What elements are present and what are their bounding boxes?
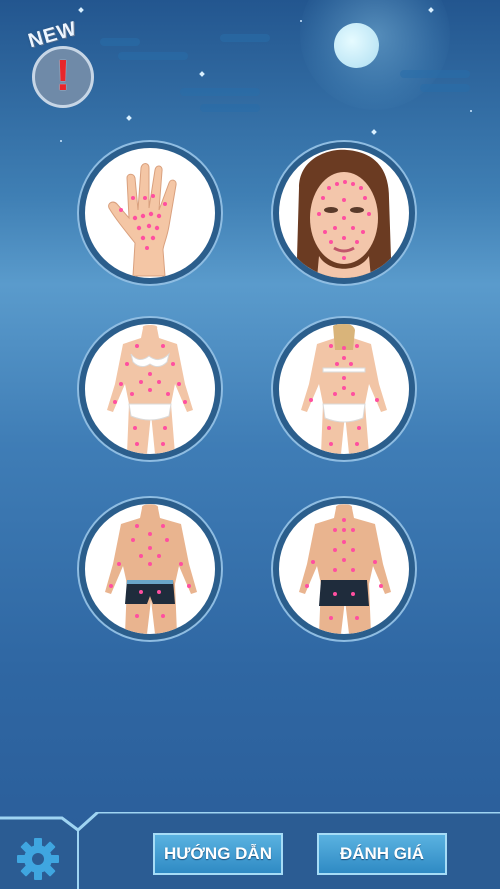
cloud [200,104,260,112]
alert-icon: ! [32,46,94,108]
exclamation-mark: ! [55,51,71,100]
moon [334,23,379,68]
new-badge[interactable]: NEW ! [22,18,108,114]
female-back-body-option[interactable] [273,318,415,460]
star [199,71,205,77]
face-reflexology-icon [297,149,391,278]
gear-icon [17,838,59,880]
cloud [400,70,470,78]
face-reflexology-option[interactable] [273,142,415,284]
star [126,115,132,121]
cloud [118,52,188,60]
star [78,7,84,13]
guide-button[interactable]: HƯỚNG DẪN [153,833,283,875]
hand-reflexology-option[interactable] [79,142,221,284]
guide-button-label: HƯỚNG DẪN [164,844,272,863]
hand-reflexology-icon [108,163,177,277]
star [470,110,472,112]
cloud [180,88,260,96]
rate-button[interactable]: ĐÁNH GIÁ [317,833,447,875]
male-body-front-icon [105,504,197,634]
star [60,140,62,142]
male-front-body-option[interactable] [79,498,221,640]
settings-button[interactable] [15,836,61,882]
rate-button-label: ĐÁNH GIÁ [339,844,425,863]
cloud [420,84,470,92]
female-body-front-icon [107,325,193,454]
male-back-body-option[interactable] [273,498,415,640]
male-body-back-icon [299,504,391,634]
star [300,20,302,22]
female-front-body-option[interactable] [79,318,221,460]
star [371,129,377,135]
female-body-back-icon [301,324,387,454]
cloud [220,34,270,42]
